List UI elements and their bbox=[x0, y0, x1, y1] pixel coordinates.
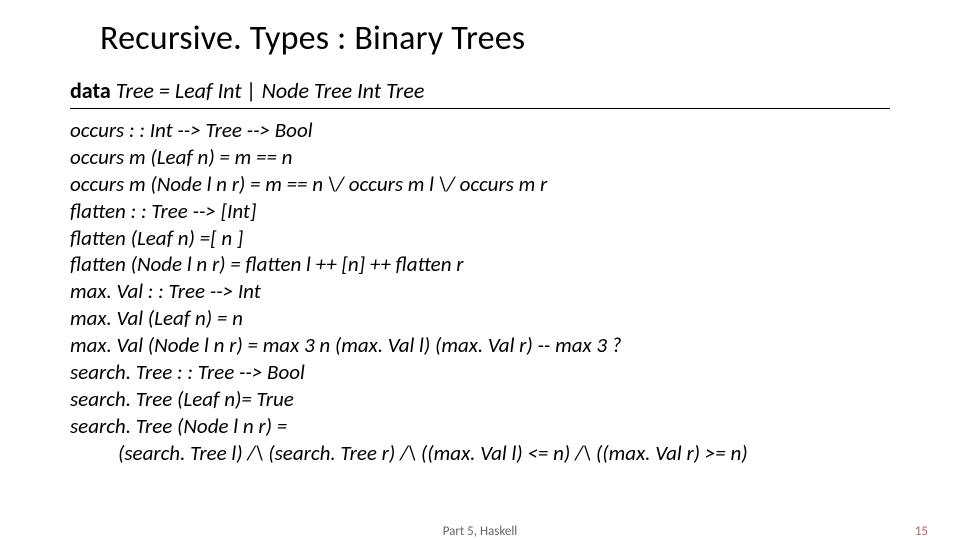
code-line: search. Tree (Node l n r) = bbox=[70, 413, 890, 440]
slide: Recursive. Types : Binary Trees data Tre… bbox=[0, 0, 960, 540]
slide-title: Recursive. Types : Binary Trees bbox=[100, 18, 890, 59]
footer-center: Part 5, Haskell bbox=[443, 524, 518, 539]
code-line: occurs : : Int --> Tree --> Bool bbox=[70, 117, 890, 144]
code-line: occurs m (Leaf n) = m == n bbox=[70, 144, 890, 171]
code-line: search. Tree (Leaf n)= True bbox=[70, 386, 890, 413]
code-line: max. Val (Leaf n) = n bbox=[70, 305, 890, 332]
code-line: occurs m (Node l n r) = m == n \/ occurs… bbox=[70, 171, 890, 198]
divider bbox=[70, 108, 890, 109]
decl-body: Tree = Leaf Int | Node Tree Int Tree bbox=[111, 77, 425, 104]
code-line: max. Val : : Tree --> Int bbox=[70, 278, 890, 305]
data-declaration: data Tree = Leaf Int | Node Tree Int Tre… bbox=[70, 77, 890, 104]
code-line: (search. Tree l) /\ (search. Tree r) /\ … bbox=[70, 440, 890, 467]
code-line: flatten (Leaf n) =[ n ] bbox=[70, 225, 890, 252]
code-line: flatten : : Tree --> [Int] bbox=[70, 198, 890, 225]
code-line: flatten (Node l n r) = flatten l ++ [n] … bbox=[70, 251, 890, 278]
code-line: search. Tree : : Tree --> Bool bbox=[70, 359, 890, 386]
keyword-data: data bbox=[70, 77, 111, 104]
code-line: max. Val (Node l n r) = max 3 n (max. Va… bbox=[70, 332, 890, 359]
page-number: 15 bbox=[915, 524, 928, 539]
code-block: occurs : : Int --> Tree --> Bool occurs … bbox=[70, 117, 890, 466]
